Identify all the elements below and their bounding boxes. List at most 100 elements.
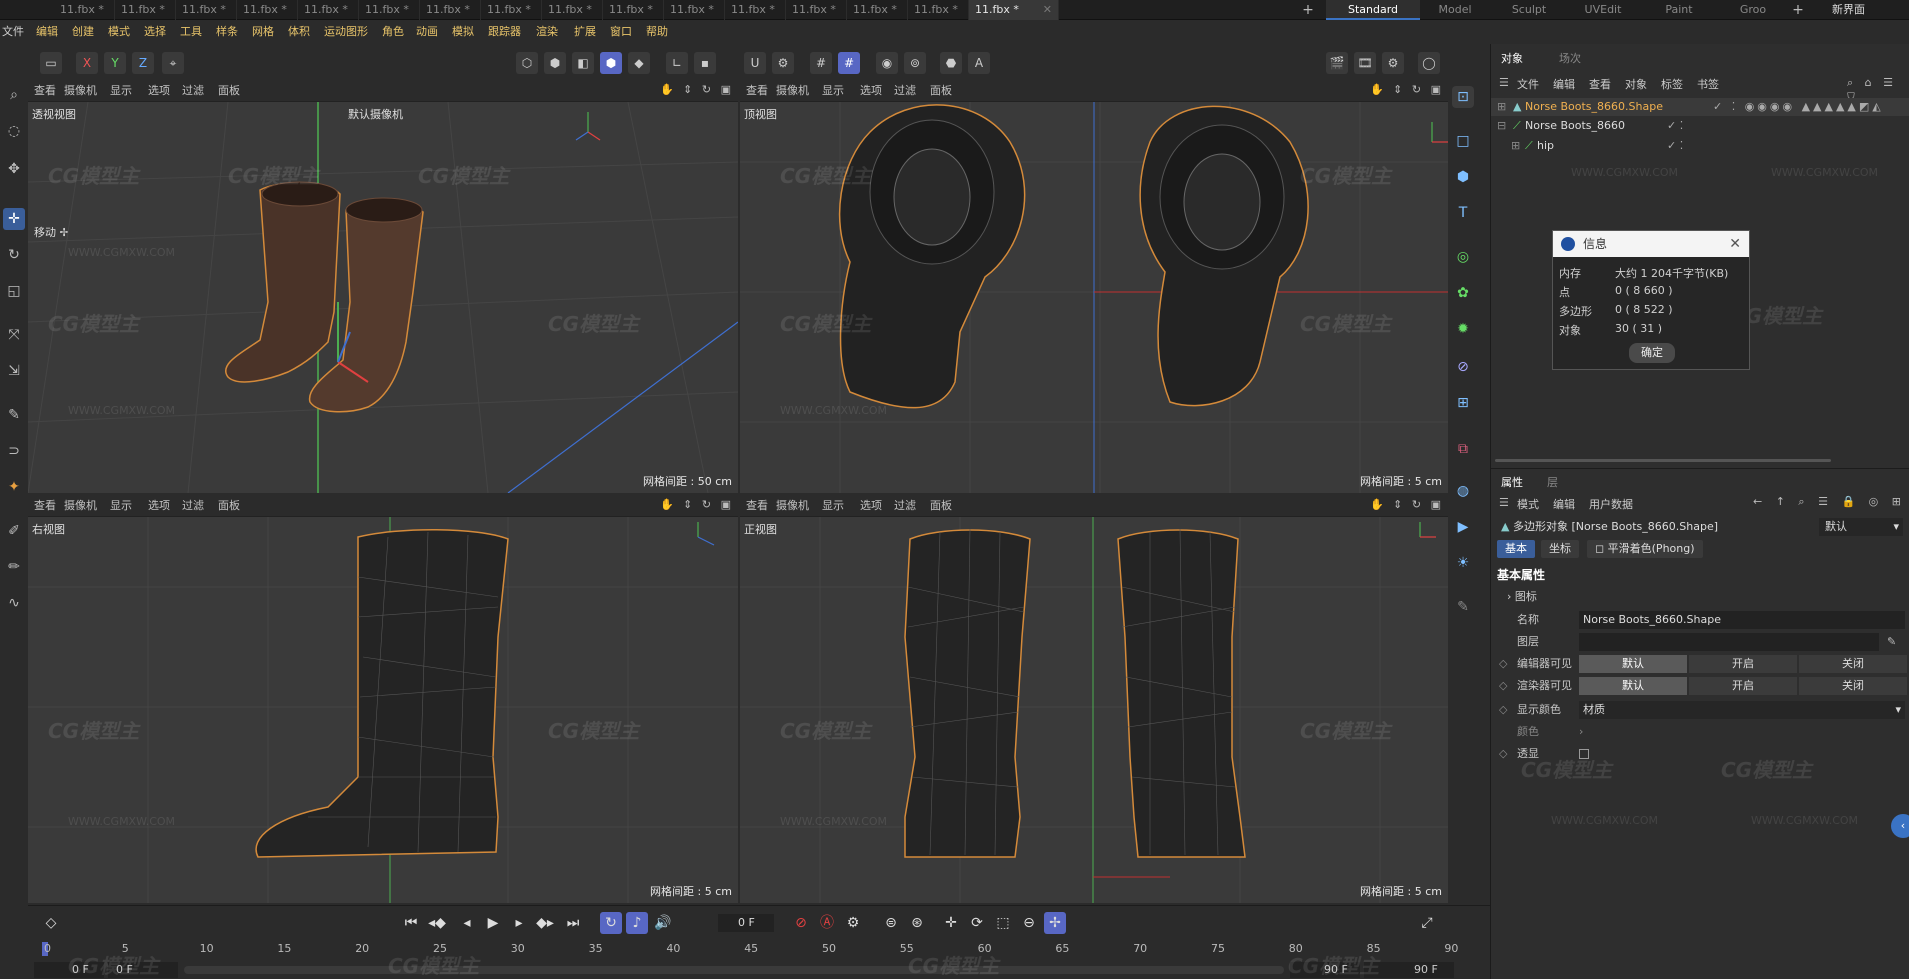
document-tab[interactable]: 11.fbx *	[542, 0, 603, 20]
objects-menu-item[interactable]: 书签	[1697, 76, 1719, 92]
menu-item[interactable]: 动画	[416, 21, 438, 43]
viewport-menu-item[interactable]: 摄像机	[776, 495, 809, 517]
collapse-panel-button[interactable]: ‹	[1891, 814, 1909, 838]
tab-attributes[interactable]: 属性	[1501, 474, 1523, 490]
menu-item[interactable]: 扩展	[574, 21, 596, 43]
document-tab[interactable]: 11.fbx * ✕	[969, 0, 1059, 20]
layout-tab[interactable]: Paint	[1644, 0, 1714, 20]
paint-tool-icon[interactable]: ✦	[3, 476, 25, 498]
pen-icon[interactable]: ✎	[1452, 596, 1474, 618]
document-tab[interactable]: 11.fbx *	[298, 0, 359, 20]
menu-item[interactable]: 工具	[180, 21, 202, 43]
light-icon[interactable]: ☀	[1452, 552, 1474, 574]
points-mode-button[interactable]: ⬡	[516, 52, 538, 74]
viewport-solo-button[interactable]: A	[968, 52, 990, 74]
motion-record-button[interactable]: ⊜	[880, 912, 902, 934]
objects-menu-item[interactable]: 标签	[1661, 76, 1683, 92]
interactive-render-button[interactable]: ◯	[1418, 52, 1440, 74]
camera-icon[interactable]: ▶	[1452, 516, 1474, 538]
tab-takes[interactable]: 场次	[1559, 50, 1581, 66]
key-pla-button[interactable]: ✢	[1044, 912, 1066, 934]
color-expand[interactable]: ›	[1579, 722, 1583, 742]
prev-key-button[interactable]: ◂◆	[426, 912, 448, 934]
menu-item[interactable]: 运动图形	[324, 21, 368, 43]
icon-group-toggle[interactable]: › 图标	[1507, 588, 1537, 604]
search-icon[interactable]: ⌕	[3, 84, 25, 106]
prev-frame-button[interactable]: ◂	[456, 912, 478, 934]
spline-object-icon[interactable]: □	[1452, 130, 1474, 152]
sculpt-tool-icon[interactable]: ✏	[3, 556, 25, 578]
hamburger-icon[interactable]: ☰	[1499, 76, 1509, 89]
sound-button[interactable]: 🔊	[652, 912, 674, 934]
key-param-button[interactable]: ⊖	[1018, 912, 1040, 934]
objects-menu-item[interactable]: 对象	[1625, 76, 1647, 92]
subtab-coords[interactable]: 坐标	[1541, 540, 1579, 558]
key-rotation-button[interactable]: ⟳	[966, 912, 988, 934]
document-tab[interactable]: 11.fbx *	[786, 0, 847, 20]
menu-item[interactable]: 渲染	[536, 21, 558, 43]
axis-x-toggle[interactable]: X	[76, 52, 98, 74]
viewport-top[interactable]: 查看 摄像机 显示 选项 过滤 面板 ✋ ⇕ ↻ ▣ 顶视图 CG模型主 CG模型主 CG模…	[740, 80, 1448, 493]
new-interface-button[interactable]: 新界面	[1832, 0, 1865, 20]
menu-item[interactable]: 跟踪器	[488, 21, 521, 43]
axis-y-toggle[interactable]: Y	[104, 52, 126, 74]
render-settings-button[interactable]: ⚙	[1382, 52, 1404, 74]
close-icon[interactable]: ✕	[1729, 231, 1741, 257]
viewport-perspective[interactable]: 查看 摄像机 显示 选项 过滤 面板 ✋ ⇕ ↻ ▣ 透视视图 默认摄像机 移动 ✢ CG模…	[28, 80, 738, 493]
solo-button[interactable]: ⬣	[940, 52, 962, 74]
viewport-menu-item[interactable]: 面板	[218, 495, 240, 517]
transform-tool-icon[interactable]: ⤧	[3, 324, 25, 346]
axis-z-toggle[interactable]: Z	[132, 52, 154, 74]
viewport-menu-item[interactable]: 选项	[148, 495, 170, 517]
menu-item[interactable]: 编辑	[36, 21, 58, 43]
layout-tab[interactable]: Model	[1420, 0, 1490, 20]
model-mode-button[interactable]: ⬢	[600, 52, 622, 74]
name-field[interactable]: Norse Boots_8660.Shape	[1579, 611, 1905, 629]
audio-sync-button[interactable]: ♪	[626, 912, 648, 934]
goto-end-button[interactable]: ⏭	[562, 912, 584, 934]
edges-mode-button[interactable]: ⬢	[544, 52, 566, 74]
document-tab[interactable]: 11.fbx *	[237, 0, 298, 20]
viewport-menu-item[interactable]: 过滤	[894, 80, 916, 102]
brush-tool-icon[interactable]: ✐	[3, 520, 25, 542]
attributes-menu-item[interactable]: 编辑	[1553, 496, 1575, 512]
document-tab[interactable]: 11.fbx *	[664, 0, 725, 20]
viewport-menu-item[interactable]: 显示	[110, 80, 132, 102]
viewport-menu-item[interactable]: 显示	[822, 80, 844, 102]
snap-magnet-button[interactable]: U	[744, 52, 766, 74]
object-row-shape[interactable]: ⊞ ▲ Norse Boots_8660.Shape ✓ ⁚ ◉◉◉◉ ▲▲▲▲…	[1491, 98, 1909, 116]
layout-tab[interactable]: Groo	[1718, 0, 1788, 20]
axis-mode-button[interactable]: ▪	[694, 52, 716, 74]
tab-layers[interactable]: 层	[1547, 474, 1558, 490]
document-tab[interactable]: 11.fbx *	[908, 0, 969, 20]
menu-item[interactable]: 帮助	[646, 21, 668, 43]
layout-tab[interactable]: UVEdit	[1568, 0, 1638, 20]
document-tab[interactable]: 11.fbx *	[420, 0, 481, 20]
cube-object-icon[interactable]: ⊡	[1452, 86, 1474, 108]
viewport-menu-item[interactable]: 选项	[860, 495, 882, 517]
layer-field[interactable]	[1579, 633, 1879, 651]
viewport-menu-item[interactable]: 过滤	[182, 80, 204, 102]
viewport-menu-item[interactable]: 过滤	[894, 495, 916, 517]
add-layout-button[interactable]: +	[1790, 0, 1806, 20]
preset-select[interactable]: 默认 ▾	[1819, 518, 1903, 536]
viewport-right[interactable]: 查看 摄像机 显示 选项 过滤 面板 ✋ ⇕ ↻ ▣ 右视图 CG模型主 CG模型主 WWW…	[28, 495, 738, 903]
render-visible-off[interactable]: 关闭	[1799, 677, 1907, 695]
viewport-menu-item[interactable]: 显示	[110, 495, 132, 517]
next-frame-button[interactable]: ▸	[508, 912, 530, 934]
object-row-hip[interactable]: ⊞ ⟋ hip ✓ ⁚	[1491, 137, 1909, 155]
document-tab[interactable]: 11.fbx *	[481, 0, 542, 20]
attributes-nav-icons[interactable]: ← ↑ ⌕ ☰ 🔒 ◎ ⊞	[1753, 495, 1906, 509]
spline-pen-icon[interactable]: ∿	[3, 592, 25, 614]
tag-icon[interactable]: ⊞	[1452, 392, 1474, 414]
current-frame-field[interactable]: 0 F	[718, 914, 774, 932]
viewport-menu-item[interactable]: 选项	[860, 80, 882, 102]
viewport-nav-icons[interactable]: ✋ ⇕ ↻ ▣	[1370, 498, 1444, 514]
document-tab[interactable]: 11.fbx *	[603, 0, 664, 20]
grid-snap-button[interactable]: #	[810, 52, 832, 74]
viewport-menu-item[interactable]: 摄像机	[64, 80, 97, 102]
menu-item[interactable]: 选择	[144, 21, 166, 43]
key-position-button[interactable]: ✛	[940, 912, 962, 934]
viewport-menu-item[interactable]: 显示	[822, 495, 844, 517]
subtab-basic[interactable]: 基本	[1497, 540, 1535, 558]
